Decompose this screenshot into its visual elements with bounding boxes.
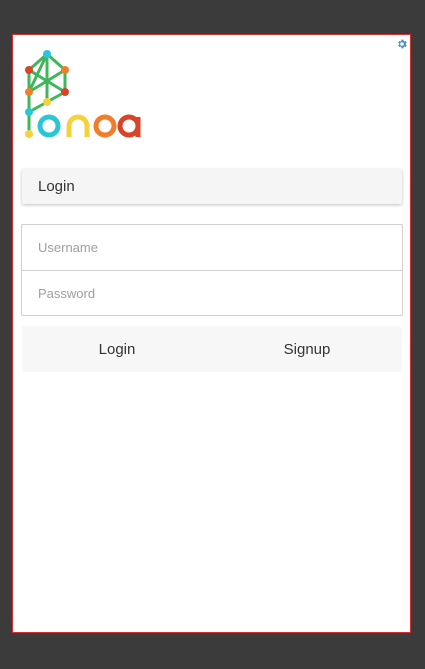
username-field[interactable] <box>22 225 402 270</box>
main-window: Login Login Signup <box>12 34 411 633</box>
action-bar: Login Signup <box>22 326 402 372</box>
password-field[interactable] <box>22 271 402 316</box>
login-title: Login <box>38 178 75 195</box>
login-header: Login <box>22 169 402 204</box>
login-button[interactable]: Login <box>22 326 212 372</box>
app-logo <box>25 50 145 140</box>
signup-button[interactable]: Signup <box>212 326 402 372</box>
credentials-form <box>21 224 403 316</box>
gear-icon[interactable] <box>396 37 408 49</box>
